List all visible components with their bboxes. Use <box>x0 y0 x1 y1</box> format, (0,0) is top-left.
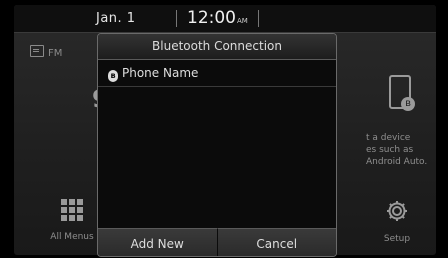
bluetooth-connection-dialog: Bluetooth Connection ʙ Phone Name Add New… <box>97 33 337 257</box>
add-new-button[interactable]: Add New <box>98 228 217 256</box>
dialog-title: Bluetooth Connection <box>98 34 336 60</box>
clock-time: 12:00 <box>187 8 236 28</box>
divider <box>258 10 259 27</box>
hint-line: t a device <box>366 133 411 143</box>
bluetooth-icon: ʙ <box>108 70 118 82</box>
setup-button[interactable]: Setup <box>372 199 422 244</box>
all-menus-label: All Menus <box>50 232 94 242</box>
status-bar: Jan. 1 12:00AM <box>14 5 436 33</box>
setup-label: Setup <box>383 234 411 244</box>
device-list-item[interactable]: ʙ Phone Name <box>98 60 336 87</box>
clock: 12:00AM <box>187 8 248 28</box>
hint-line: Android Auto. <box>366 157 428 167</box>
divider <box>176 10 177 27</box>
device-name: Phone Name <box>122 66 199 80</box>
radio-icon <box>30 45 44 57</box>
dialog-buttons: Add New Cancel <box>98 228 336 256</box>
phone-projection-hint: t a device es such as Android Auto. <box>366 132 436 168</box>
gear-icon <box>387 201 407 221</box>
cancel-button[interactable]: Cancel <box>216 228 336 256</box>
clock-ampm: AM <box>237 17 248 25</box>
date: Jan. 1 <box>96 11 136 26</box>
radio-widget[interactable]: FM <box>30 45 62 59</box>
bluetooth-icon: ʙ <box>401 97 415 111</box>
grid-icon <box>61 199 83 221</box>
radio-band: FM <box>48 48 63 59</box>
all-menus-button[interactable]: All Menus <box>42 199 102 242</box>
hint-line: es such as <box>366 145 414 155</box>
